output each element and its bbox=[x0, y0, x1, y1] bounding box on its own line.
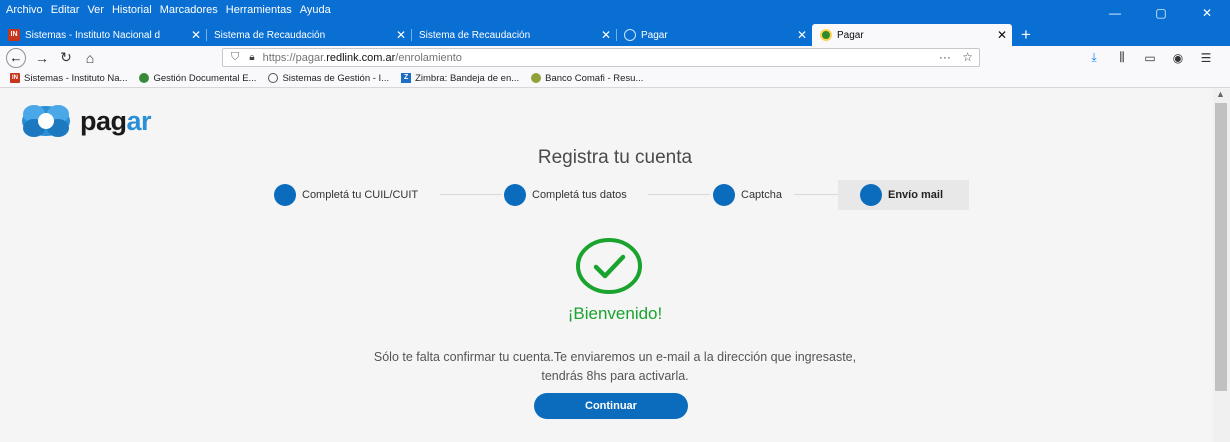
close-tab-icon[interactable]: ✕ bbox=[391, 28, 411, 42]
bookmark-label: Banco Comafi - Resu... bbox=[545, 72, 644, 84]
step-dot bbox=[274, 184, 296, 206]
tab-title: Sistema de Recaudación bbox=[419, 29, 531, 41]
bookmark-label: Sistemas de Gestión - I... bbox=[282, 72, 390, 84]
inr-icon: IN bbox=[10, 73, 20, 83]
minimize-button[interactable]: — bbox=[1092, 0, 1138, 26]
step-connector bbox=[648, 194, 710, 195]
message-line-1: Sólo te falta confirmar tu cuenta.Te env… bbox=[373, 350, 857, 364]
success-check-icon bbox=[576, 238, 642, 294]
reload-icon[interactable]: ↻ bbox=[54, 46, 78, 69]
pagar-logo[interactable]: pagar bbox=[20, 103, 152, 139]
browser-titlebar: Archivo Editar Ver Historial Marcadores … bbox=[0, 0, 1230, 46]
step-label: Completá tus datos bbox=[532, 189, 627, 201]
comafi-icon bbox=[531, 73, 542, 83]
navigation-toolbar: ← → ↻ ⌂ ⛉ 🔒︎ https://pagar. redlink.com.a… bbox=[0, 46, 1230, 69]
zimbra-icon: Z bbox=[401, 73, 412, 83]
step-envio-mail: Envío mail bbox=[838, 180, 969, 210]
pagar-favicon-icon bbox=[820, 29, 832, 41]
step-datos: Completá tus datos bbox=[504, 180, 627, 210]
tab-strip: IN Sistemas - Instituto Nacional d ✕ Sis… bbox=[0, 24, 1040, 46]
lock-icon[interactable]: 🔒︎ bbox=[249, 52, 254, 63]
tab-title: Sistemas - Instituto Nacional d bbox=[25, 29, 161, 41]
tab-recaudacion-1[interactable]: Sistema de Recaudación ✕ bbox=[206, 24, 411, 46]
bookmark-star-icon[interactable]: ☆ bbox=[962, 50, 973, 64]
back-arrow-icon[interactable]: ← bbox=[6, 47, 26, 68]
shield-icon[interactable]: ⛉ bbox=[231, 51, 239, 64]
close-tab-icon[interactable]: ✕ bbox=[596, 28, 616, 42]
tab-title: Pagar bbox=[641, 29, 668, 41]
step-dot bbox=[860, 184, 882, 206]
tab-pagar-active[interactable]: Pagar ✕ bbox=[812, 24, 1012, 46]
menu-bar: Archivo Editar Ver Historial Marcadores … bbox=[0, 0, 339, 20]
url-prefix: https://pagar. bbox=[262, 51, 327, 64]
sidebar-icon[interactable]: ▭ bbox=[1136, 51, 1164, 65]
close-tab-icon[interactable]: ✕ bbox=[792, 28, 812, 42]
scroll-up-arrow-icon[interactable]: ▲ bbox=[1216, 89, 1225, 99]
menu-archivo[interactable]: Archivo bbox=[6, 4, 43, 16]
confirmation-message: Sólo te falta confirmar tu cuenta.Te env… bbox=[290, 348, 940, 386]
menu-hamburger-icon[interactable]: ☰ bbox=[1192, 51, 1220, 65]
maximize-button[interactable]: ▢ bbox=[1138, 0, 1184, 26]
bookmark-inr[interactable]: IN Sistemas - Instituto Na... bbox=[10, 73, 127, 84]
menu-herramientas[interactable]: Herramientas bbox=[226, 4, 292, 16]
message-line-2: tendrás 8hs para activarla. bbox=[541, 369, 689, 383]
globe-favicon-icon bbox=[624, 29, 636, 41]
progress-steps: Completá tu CUIL/CUIT Completá tus datos… bbox=[268, 180, 969, 210]
globe-icon bbox=[268, 73, 279, 83]
pagar-logo-mark-icon bbox=[22, 105, 70, 137]
url-bar[interactable]: ⛉ 🔒︎ https://pagar. redlink.com.ar/enrola… bbox=[222, 48, 980, 67]
menu-editar[interactable]: Editar bbox=[51, 4, 80, 16]
url-host: redlink.com.ar bbox=[326, 51, 396, 64]
tab-title: Pagar bbox=[837, 29, 864, 41]
close-tab-icon[interactable]: ✕ bbox=[186, 28, 206, 42]
vertical-scrollbar[interactable]: ▲ bbox=[1213, 89, 1230, 442]
step-connector bbox=[440, 194, 502, 195]
account-icon[interactable]: ◉ bbox=[1164, 51, 1192, 65]
tab-pagar-1[interactable]: Pagar ✕ bbox=[616, 24, 812, 46]
step-connector bbox=[794, 194, 838, 195]
url-actions: ··· ☆ bbox=[939, 50, 973, 64]
menu-marcadores[interactable]: Marcadores bbox=[160, 4, 218, 16]
doc-icon bbox=[139, 73, 150, 83]
step-dot bbox=[504, 184, 526, 206]
bookmark-comafi[interactable]: Banco Comafi - Resu... bbox=[531, 73, 643, 84]
bookmark-label: Gestión Documental E... bbox=[153, 72, 257, 84]
step-label: Completá tu CUIL/CUIT bbox=[302, 189, 419, 201]
menu-ayuda[interactable]: Ayuda bbox=[300, 4, 331, 16]
step-label: Envío mail bbox=[888, 189, 944, 201]
url-path: /enrolamiento bbox=[395, 51, 462, 64]
step-label: Captcha bbox=[741, 189, 782, 201]
bookmark-label: Zimbra: Bandeja de en... bbox=[415, 72, 520, 84]
toolbar-right: ⤓ ⫼ ▭ ◉ ☰ bbox=[1080, 46, 1220, 69]
bookmarks-toolbar: IN Sistemas - Instituto Na... Gestión Do… bbox=[0, 69, 1230, 88]
welcome-heading: ¡Bienvenido! bbox=[567, 304, 663, 323]
tab-title: Sistema de Recaudación bbox=[214, 29, 326, 41]
tab-recaudacion-2[interactable]: Sistema de Recaudación ✕ bbox=[411, 24, 616, 46]
page-actions-icon[interactable]: ··· bbox=[939, 50, 951, 64]
inr-favicon-icon: IN bbox=[8, 29, 20, 41]
window-controls: — ▢ ✕ bbox=[1092, 0, 1230, 26]
close-window-button[interactable]: ✕ bbox=[1184, 0, 1230, 26]
download-icon[interactable]: ⤓ bbox=[1080, 50, 1108, 65]
bookmark-sistemas-gestion[interactable]: Sistemas de Gestión - I... bbox=[268, 73, 389, 84]
home-icon[interactable]: ⌂ bbox=[78, 46, 102, 69]
forward-arrow-icon[interactable]: → bbox=[30, 46, 54, 69]
bookmark-label: Sistemas - Instituto Na... bbox=[24, 72, 128, 84]
step-dot bbox=[713, 184, 735, 206]
menu-historial[interactable]: Historial bbox=[112, 4, 152, 16]
logo-wordmark: pagar bbox=[80, 105, 152, 136]
new-tab-button[interactable]: + bbox=[1012, 24, 1040, 46]
bookmark-zimbra[interactable]: Z Zimbra: Bandeja de en... bbox=[401, 73, 519, 84]
tab-sistemas-inr[interactable]: IN Sistemas - Instituto Nacional d ✕ bbox=[0, 24, 206, 46]
bookmark-gestion-documental[interactable]: Gestión Documental E... bbox=[139, 73, 256, 84]
page-title: Registra tu cuenta bbox=[537, 147, 693, 168]
menu-ver[interactable]: Ver bbox=[87, 4, 104, 16]
step-cuil: Completá tu CUIL/CUIT bbox=[274, 180, 418, 210]
continue-button[interactable]: Continuar bbox=[534, 393, 688, 419]
step-captcha: Captcha bbox=[713, 180, 782, 210]
library-icon[interactable]: ⫼ bbox=[1108, 50, 1136, 65]
close-tab-icon[interactable]: ✕ bbox=[992, 28, 1012, 42]
